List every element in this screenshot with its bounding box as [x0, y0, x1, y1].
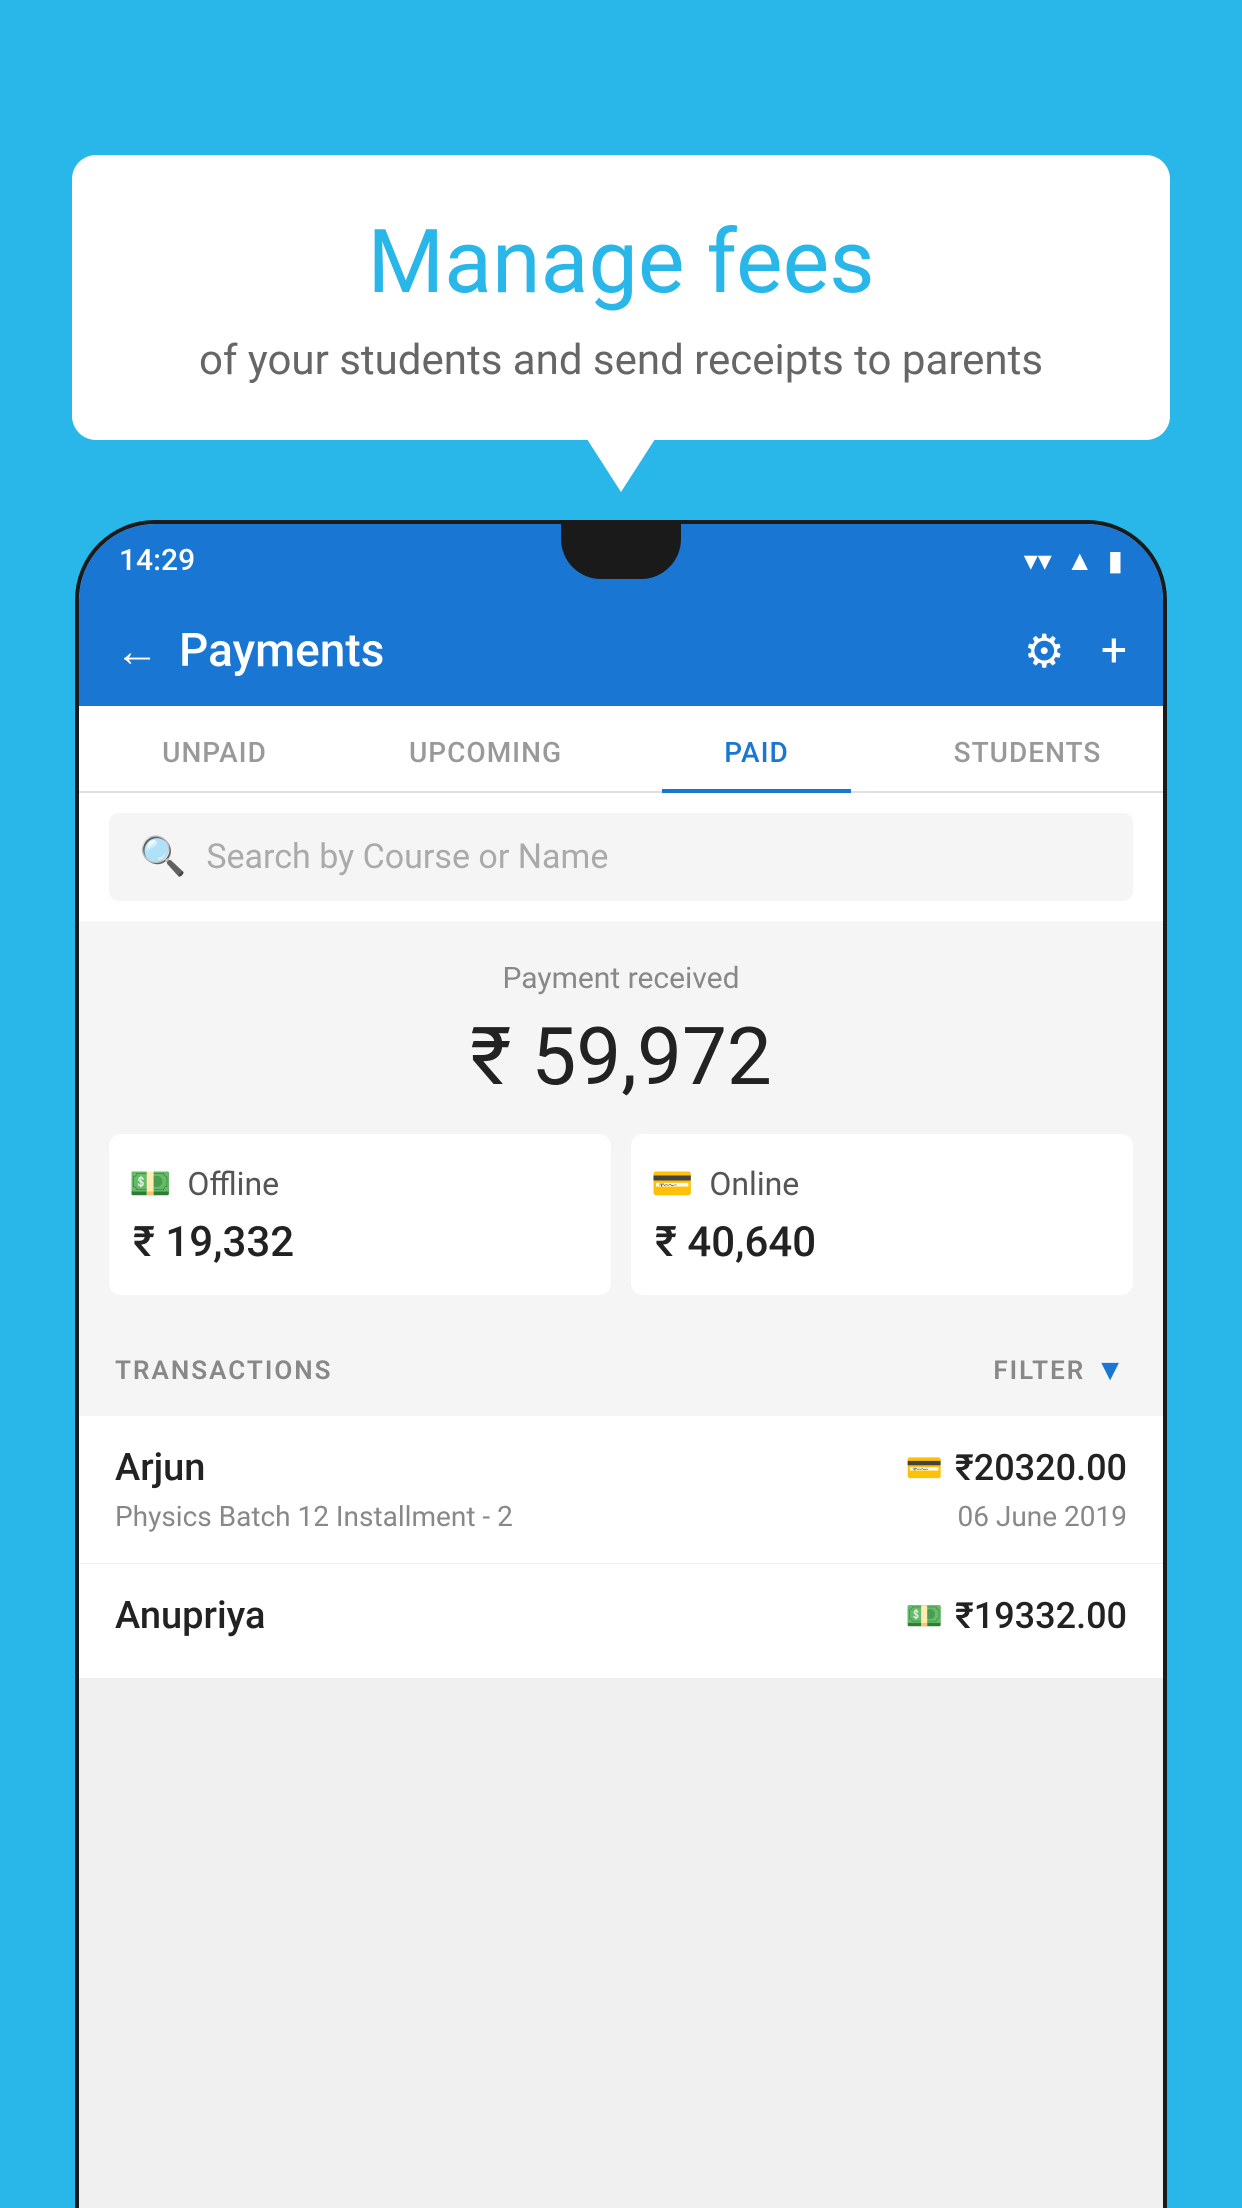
trans-amount-wrap: 💵 ₹19332.00	[906, 1595, 1127, 1637]
status-bar: 14:29 ▾▾ ▲ ▮	[79, 524, 1163, 596]
transaction-top: Arjun 💳 ₹20320.00	[115, 1446, 1127, 1490]
trans-name: Arjun	[115, 1446, 205, 1490]
speech-bubble-title: Manage fees	[122, 215, 1120, 312]
transaction-row[interactable]: Anupriya 💵 ₹19332.00	[79, 1564, 1163, 1679]
wifi-icon: ▾▾	[1024, 544, 1052, 577]
tab-unpaid[interactable]: UNPAID	[79, 706, 350, 791]
search-box[interactable]: 🔍 Search by Course or Name	[109, 813, 1133, 901]
transaction-row[interactable]: Arjun 💳 ₹20320.00 Physics Batch 12 Insta…	[79, 1416, 1163, 1564]
payment-summary: Payment received ₹ 59,972 💵 Offline ₹ 19…	[79, 921, 1163, 1325]
filter-icon: ▼	[1095, 1353, 1127, 1388]
offline-card-header: 💵 Offline	[129, 1164, 591, 1204]
trans-date: 06 June 2019	[957, 1500, 1127, 1533]
transactions-header: TRANSACTIONS FILTER ▼	[79, 1325, 1163, 1416]
search-container: 🔍 Search by Course or Name	[79, 793, 1163, 921]
phone-frame: 14:29 ▾▾ ▲ ▮ ← Payments ⚙ + UNPAID UPCOM…	[75, 520, 1167, 2208]
status-icons: ▾▾ ▲ ▮	[1024, 544, 1123, 577]
notch	[561, 524, 681, 579]
online-icon: 💳	[651, 1164, 693, 1204]
payment-total-amount: ₹ 59,972	[109, 1010, 1133, 1104]
app-title: Payments	[179, 624, 1024, 678]
back-button[interactable]: ←	[115, 625, 159, 677]
online-amount: ₹ 40,640	[651, 1218, 1113, 1267]
transaction-top: Anupriya 💵 ₹19332.00	[115, 1594, 1127, 1638]
app-bar-actions: ⚙ +	[1024, 624, 1127, 679]
offline-label: Offline	[187, 1165, 279, 1203]
filter-label: FILTER	[993, 1356, 1085, 1386]
online-card: 💳 Online ₹ 40,640	[631, 1134, 1133, 1295]
settings-icon[interactable]: ⚙	[1024, 624, 1065, 679]
app-bar: ← Payments ⚙ +	[79, 596, 1163, 706]
trans-amount-wrap: 💳 ₹20320.00	[906, 1447, 1127, 1489]
offline-icon: 💵	[129, 1164, 171, 1204]
add-icon[interactable]: +	[1101, 624, 1127, 678]
transactions-label: TRANSACTIONS	[115, 1356, 333, 1386]
online-card-header: 💳 Online	[651, 1164, 1113, 1204]
cash-payment-icon: 💵	[906, 1599, 943, 1634]
search-icon: 🔍	[139, 835, 186, 879]
search-placeholder: Search by Course or Name	[206, 837, 608, 877]
trans-desc: Physics Batch 12 Installment - 2	[115, 1500, 513, 1533]
tab-paid[interactable]: PAID	[621, 706, 892, 791]
filter-button[interactable]: FILTER ▼	[993, 1353, 1127, 1388]
battery-icon: ▮	[1108, 544, 1123, 577]
online-label: Online	[709, 1165, 799, 1203]
status-time: 14:29	[119, 543, 195, 578]
trans-amount: ₹20320.00	[955, 1447, 1127, 1489]
speech-bubble-subtitle: of your students and send receipts to pa…	[122, 336, 1120, 385]
offline-card: 💵 Offline ₹ 19,332	[109, 1134, 611, 1295]
payment-received-label: Payment received	[109, 961, 1133, 996]
tab-students[interactable]: STUDENTS	[892, 706, 1163, 791]
signal-icon: ▲	[1066, 544, 1094, 577]
payment-cards: 💵 Offline ₹ 19,332 💳 Online ₹ 40,640	[109, 1134, 1133, 1295]
transaction-bottom: Physics Batch 12 Installment - 2 06 June…	[115, 1500, 1127, 1533]
trans-amount: ₹19332.00	[955, 1595, 1127, 1637]
trans-name: Anupriya	[115, 1594, 265, 1638]
card-payment-icon: 💳	[906, 1451, 943, 1486]
speech-bubble: Manage fees of your students and send re…	[72, 155, 1170, 440]
phone-inner: 14:29 ▾▾ ▲ ▮ ← Payments ⚙ + UNPAID UPCOM…	[79, 524, 1163, 2208]
tab-upcoming[interactable]: UPCOMING	[350, 706, 621, 791]
offline-amount: ₹ 19,332	[129, 1218, 591, 1267]
tabs: UNPAID UPCOMING PAID STUDENTS	[79, 706, 1163, 793]
